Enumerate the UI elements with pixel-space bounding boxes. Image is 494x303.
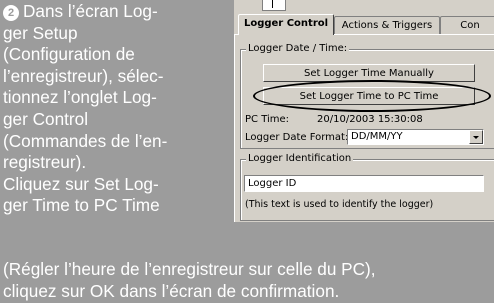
logger-setup-screenshot: Logger Control Actions & Triggers Con Lo…: [234, 0, 494, 222]
tab-con[interactable]: Con: [440, 16, 494, 35]
instruction-line: (Régler l’heure de l’enregistreur sur ce…: [3, 259, 376, 279]
tab-actions-triggers[interactable]: Actions & Triggers: [334, 16, 440, 35]
instruction-line: tionnez l’onglet Log-: [3, 87, 157, 108]
identification-hint: (This text is used to identify the logge…: [245, 199, 434, 210]
date-format-select[interactable]: DD/MM/YY: [347, 129, 484, 145]
partial-field: [262, 0, 286, 11]
instruction-line: (Configuration de: [3, 44, 135, 65]
date-time-group-label: Logger Date / Time:: [246, 43, 350, 54]
chevron-down-icon[interactable]: [469, 130, 483, 144]
instruction-line: cliquez sur OK dans l’écran de confirmat…: [3, 280, 340, 301]
date-format-label: Logger Date Format:: [245, 132, 349, 143]
tab-panel: Logger Date / Time: Set Logger Time Manu…: [234, 34, 494, 222]
instruction-line: l’enregistreur), sélec-: [3, 65, 164, 86]
identification-group-label: Logger Identification: [246, 153, 354, 164]
logger-id-value: Logger ID: [248, 178, 297, 189]
instruction-line: (Commandes de l’en-: [3, 130, 168, 151]
instruction-line: ger Control: [3, 108, 89, 129]
instruction-continuation: (Régler l’heure de l’enregistreur sur ce…: [3, 259, 493, 302]
instruction-line: ger Setup: [3, 22, 78, 43]
pc-time-label: PC Time:: [245, 114, 290, 125]
instruction-line: ger Time to PC Time: [3, 195, 160, 216]
window-top-strip: [234, 0, 494, 14]
instruction-text: 2 Dans l’écran Log- ger Setup (Configurat…: [3, 1, 235, 217]
pc-time-value: 20/10/2003 15:30:08: [317, 114, 423, 125]
instruction-line: Cliquez sur Set Log-: [3, 173, 159, 194]
tab-logger-control[interactable]: Logger Control: [238, 14, 334, 35]
highlight-ellipse: [253, 80, 491, 112]
logger-id-field[interactable]: Logger ID: [244, 175, 484, 192]
date-format-value: DD/MM/YY: [351, 131, 403, 142]
instruction-line: registreur).: [3, 152, 87, 173]
instruction-line: Dans l’écran Log-: [23, 1, 158, 21]
step-number-badge: 2: [3, 5, 19, 21]
